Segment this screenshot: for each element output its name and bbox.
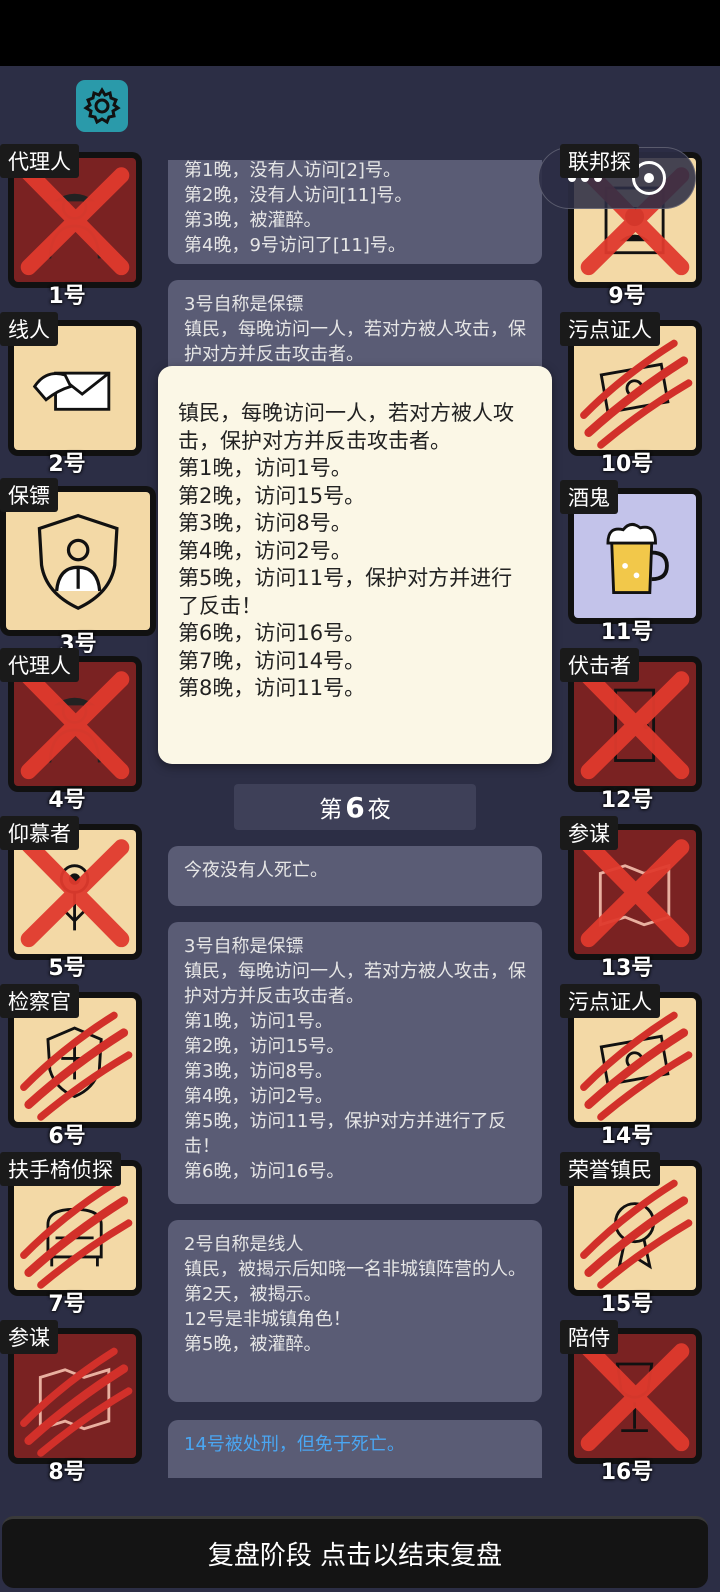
envelope-hand-icon: [33, 371, 111, 411]
player-card[interactable]: 参谋 13号: [560, 816, 702, 981]
player-card[interactable]: 检察官 6号: [0, 984, 142, 1149]
player-number: 7号: [48, 1292, 86, 1317]
beer-mug-icon: [606, 522, 670, 594]
role-label: 荣誉镇民: [560, 1152, 660, 1186]
player-number: 5号: [48, 956, 86, 981]
role-label: 代理人: [0, 648, 79, 682]
log-message: 3号自称是保镖 镇民，每晚访问一人，若对方被人攻击，保护对方并反击攻击者。: [168, 280, 542, 376]
role-label: 保镖: [0, 478, 58, 512]
player-card[interactable]: 伏击者 12号: [560, 648, 702, 813]
log-message: 2号自称是线人 镇民，被揭示后知晓一名非城镇阵营的人。 第2天，被揭示。 12号…: [168, 1220, 542, 1402]
settings-button[interactable]: [76, 80, 128, 132]
player-number: 9号: [608, 284, 646, 309]
player-number: 10号: [600, 452, 654, 477]
player-card[interactable]: 酒鬼 11号: [560, 480, 702, 645]
bodyguard-shield-icon: [37, 514, 119, 611]
role-label: 扶手椅侦探: [0, 1152, 121, 1186]
player-card[interactable]: 陪侍 16号: [560, 1320, 702, 1485]
player-card[interactable]: 代理人 1号: [0, 144, 142, 309]
player-card[interactable]: 保镖 3号: [0, 478, 156, 657]
end-review-button[interactable]: 复盘阶段 点击以结束复盘: [2, 1516, 708, 1588]
status-bar: [0, 0, 720, 66]
player-number: 2号: [48, 452, 86, 477]
role-label: 参谋: [0, 1320, 58, 1354]
role-label: 检察官: [0, 984, 79, 1018]
gear-icon: [83, 87, 121, 125]
log-message: 第1晚，没有人访问[2]号。 第2晚，没有人访问[11]号。 第3晚，被灌醉。 …: [168, 160, 542, 264]
popup-text: 镇民，每晚访问一人，若对方被人攻击，保护对方并反击攻击者。 第1晚，访问1号。 …: [178, 401, 514, 700]
player-number: 6号: [48, 1124, 86, 1149]
role-label: 参谋: [560, 816, 618, 850]
role-label: 陪侍: [560, 1320, 618, 1354]
player-card[interactable]: 参谋 8号: [0, 1320, 142, 1485]
player-number: 8号: [48, 1460, 86, 1485]
role-label: 线人: [0, 312, 58, 346]
player-card[interactable]: 荣誉镇民 15号: [560, 1152, 702, 1317]
player-number: 12号: [600, 788, 654, 813]
player-number: 11号: [600, 620, 654, 645]
role-label: 酒鬼: [560, 480, 618, 514]
player-card[interactable]: 仰慕者 5号: [0, 816, 142, 981]
log-message: 3号自称是保镖 镇民，每晚访问一人，若对方被人攻击，保护对方并反击攻击者。 第1…: [168, 922, 542, 1204]
player-number: 16号: [600, 1460, 654, 1485]
player-number: 13号: [600, 956, 654, 981]
log-message-execution: 14号被处刑，但免于死亡。: [168, 1420, 542, 1478]
role-label: 代理人: [0, 144, 79, 178]
player-card[interactable]: 污点证人 14号: [560, 984, 702, 1149]
player-number: 14号: [600, 1124, 654, 1149]
role-label: 伏击者: [560, 648, 639, 682]
game-log[interactable]: 第1晚，没有人访问[2]号。 第2晚，没有人访问[11]号。 第3晚，被灌醉。 …: [158, 160, 552, 1478]
role-detail-popup[interactable]: 镇民，每晚访问一人，若对方被人攻击，保护对方并反击攻击者。 第1晚，访问1号。 …: [158, 366, 552, 764]
log-message: 今夜没有人死亡。: [168, 846, 542, 906]
player-number: 15号: [600, 1292, 654, 1317]
player-card[interactable]: 线人 2号: [0, 312, 142, 477]
player-card[interactable]: 代理人 4号: [0, 648, 142, 813]
night-header: 第6夜: [234, 784, 476, 830]
player-number: 4号: [48, 788, 86, 813]
player-card[interactable]: 污点证人 10号: [560, 312, 702, 477]
role-label: 联邦探: [560, 144, 639, 178]
role-label: 仰慕者: [0, 816, 79, 850]
player-number: 1号: [48, 284, 86, 309]
role-label: 污点证人: [560, 984, 660, 1018]
player-card[interactable]: 扶手椅侦探 7号: [0, 1152, 142, 1317]
role-label: 污点证人: [560, 312, 660, 346]
